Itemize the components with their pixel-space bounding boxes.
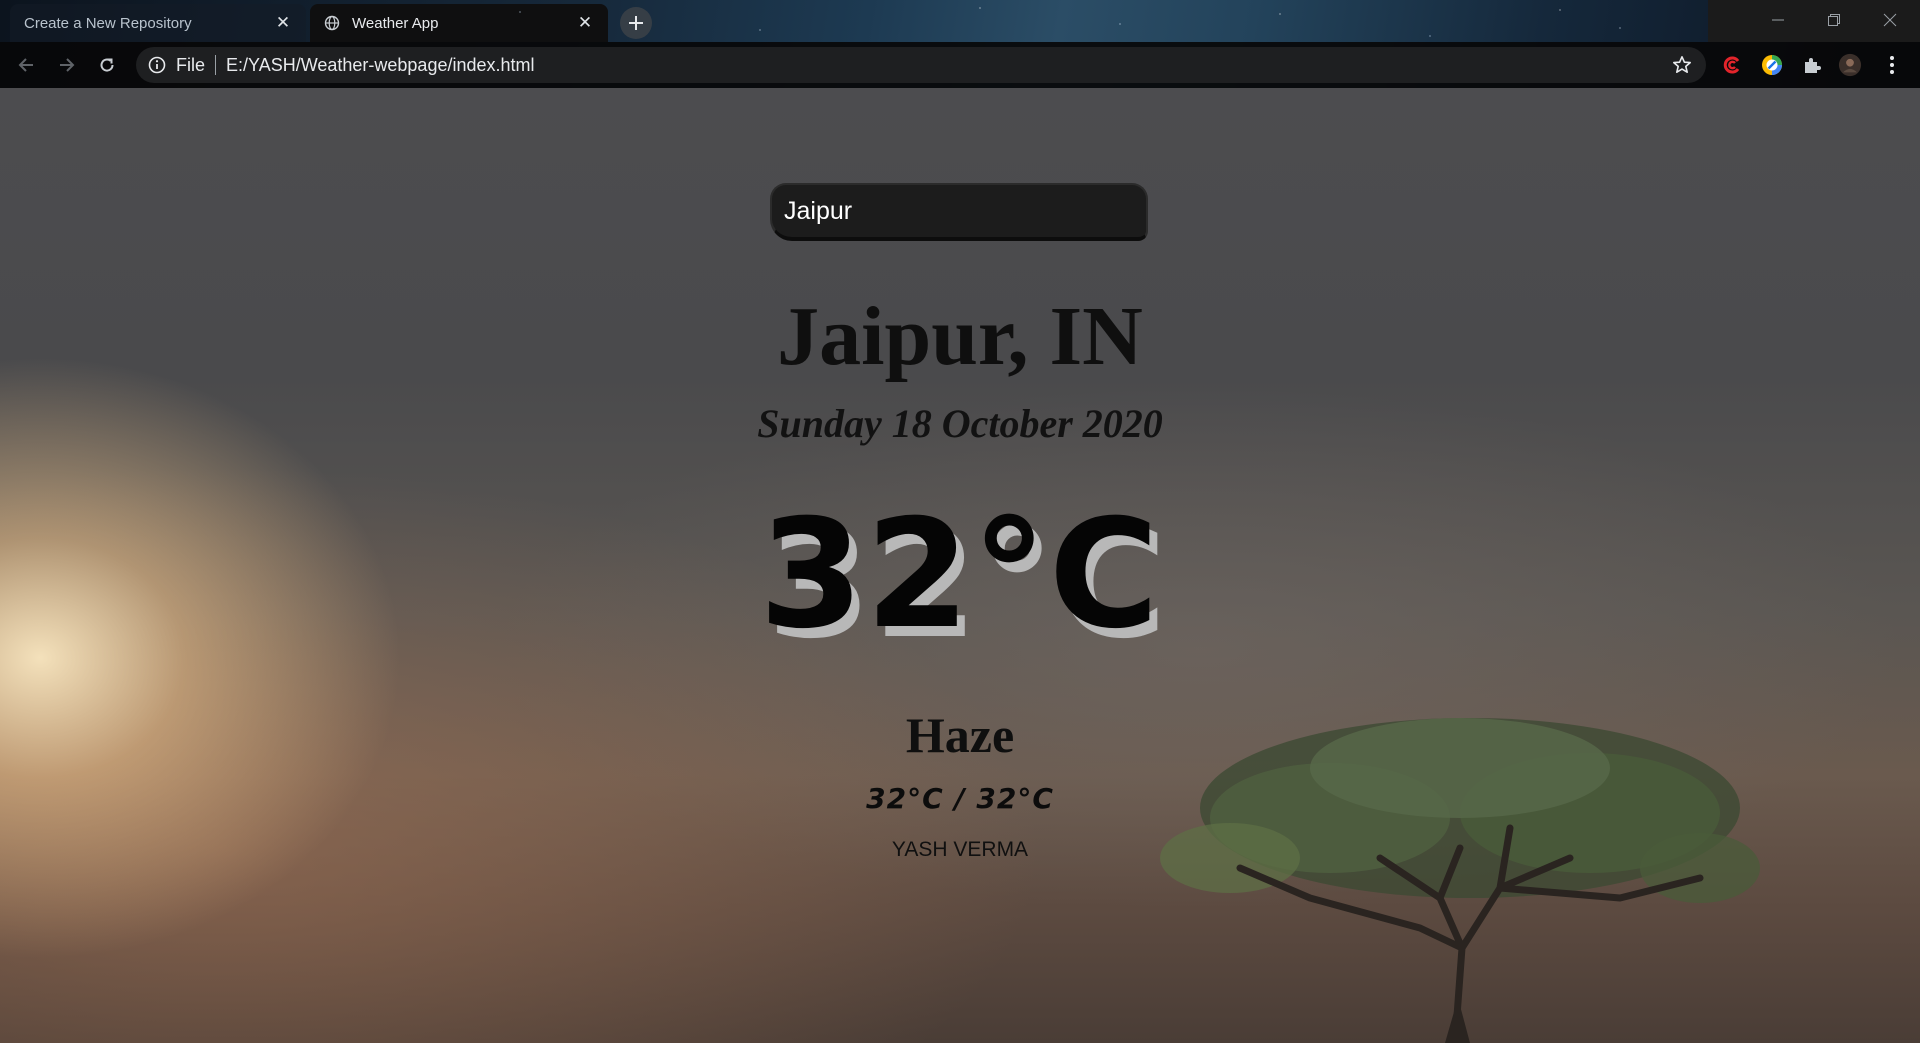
extension-icon — [1762, 55, 1782, 75]
kebab-menu-icon — [1890, 56, 1894, 74]
puzzle-icon — [1805, 58, 1821, 73]
star-icon[interactable] — [1672, 55, 1692, 75]
extension-color-button[interactable] — [1760, 53, 1784, 77]
tab-create-repository[interactable]: Create a New Repository ✕ — [10, 4, 306, 42]
high-low-temperature: 32°C / 32°C — [866, 782, 1054, 815]
forward-button[interactable] — [53, 51, 81, 79]
extensions-menu-button[interactable] — [1800, 53, 1824, 77]
reload-button[interactable] — [93, 51, 121, 79]
minimize-button[interactable] — [1750, 0, 1806, 40]
profile-button[interactable] — [1838, 53, 1862, 77]
browser-toolbar: File E:/YASH/Weather-webpage/index.html — [0, 42, 1920, 88]
tab-close-icon[interactable]: ✕ — [576, 13, 594, 32]
back-button[interactable] — [12, 51, 40, 79]
address-separator — [215, 55, 217, 75]
reload-icon — [100, 58, 114, 72]
address-scheme-label: File — [176, 54, 206, 75]
back-icon — [18, 58, 33, 72]
location-title: Jaipur, IN — [777, 290, 1143, 383]
new-tab-button[interactable] — [620, 7, 652, 39]
tab-close-icon[interactable]: ✕ — [274, 13, 292, 32]
new-tab-icon — [629, 16, 643, 30]
search-input[interactable] — [770, 183, 1148, 241]
forward-icon — [60, 58, 75, 72]
tab-title: Create a New Repository — [24, 14, 192, 32]
close-window-button[interactable] — [1862, 0, 1918, 40]
globe-icon — [324, 15, 340, 31]
tab-weather-app[interactable]: Weather App ✕ — [310, 4, 608, 42]
restore-icon — [1828, 14, 1840, 26]
avatar — [1838, 53, 1862, 77]
close-icon — [1883, 13, 1897, 27]
weather-condition: Haze — [905, 707, 1015, 763]
info-icon[interactable] — [148, 56, 166, 74]
extension-red-button[interactable] — [1720, 53, 1744, 77]
browser-menu-button[interactable] — [1880, 53, 1904, 77]
restore-button[interactable] — [1806, 0, 1862, 40]
address-bar[interactable]: File E:/YASH/Weather-webpage/index.html — [136, 47, 1706, 83]
tab-title: Weather App — [352, 14, 439, 32]
author-credit: YASH VERMA — [891, 838, 1029, 861]
browser-chrome: Create a New Repository ✕ Weather App ✕ — [0, 0, 1920, 88]
current-temperature: 32°C — [759, 488, 1161, 662]
extension-icon — [1723, 56, 1740, 74]
date-text: Sunday 18 October 2020 — [757, 401, 1163, 446]
weather-page: Jaipur, IN Sunday 18 October 2020 32°C H… — [0, 88, 1920, 1043]
address-url[interactable]: E:/YASH/Weather-webpage/index.html — [226, 55, 535, 76]
minimize-icon — [1772, 19, 1784, 21]
